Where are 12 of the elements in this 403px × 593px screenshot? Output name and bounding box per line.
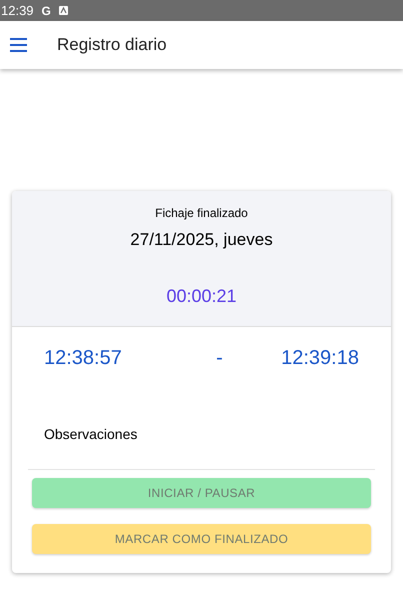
app-title: Registro diario <box>57 34 167 56</box>
notification-icon <box>58 6 68 15</box>
duration-label: 00:00:21 <box>166 284 237 308</box>
notes-field[interactable]: Observaciones <box>28 420 375 470</box>
status-label: Fichaje finalizado <box>155 205 248 222</box>
status-letter: G <box>42 2 51 20</box>
time-separator: - <box>216 346 223 371</box>
start-time: 12:38:57 <box>44 346 122 371</box>
end-time: 12:39:18 <box>281 346 359 371</box>
menu-button[interactable] <box>10 35 30 55</box>
status-time: 12:39 <box>1 2 34 20</box>
date-label: 27/11/2025, jueves <box>130 229 273 251</box>
